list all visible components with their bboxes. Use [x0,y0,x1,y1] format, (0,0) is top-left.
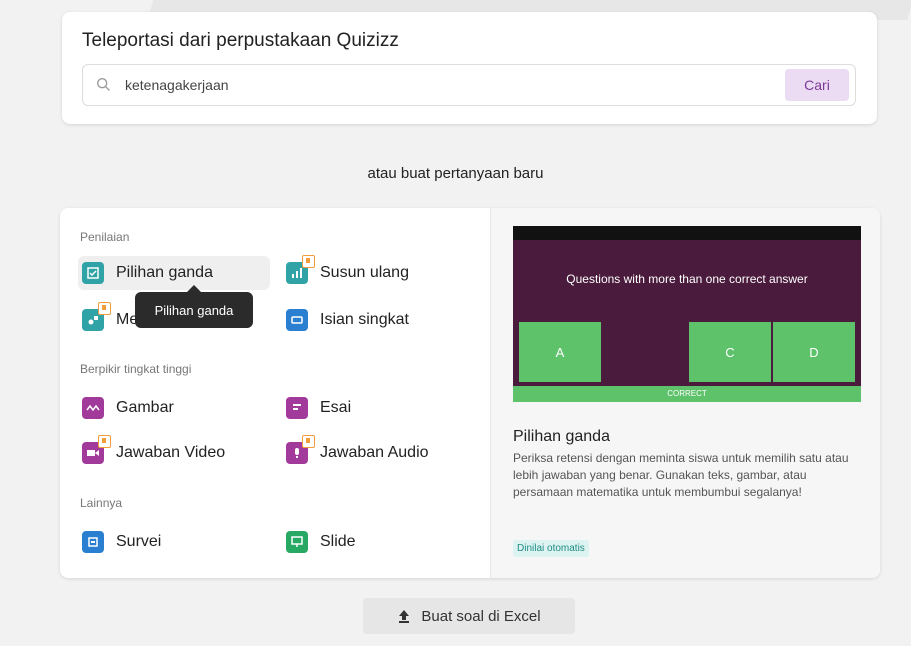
text-lines-icon [286,397,308,419]
preview-panel: Questions with more than one correct ans… [490,208,880,578]
preview-description: Periksa retensi dengan meminta siswa unt… [513,451,849,499]
search-box: Cari [82,64,856,106]
library-search-card: Teleportasi dari perpustakaan Quizizz Ca… [62,12,877,124]
qtype-label: Slide [320,533,356,550]
qtype-label: Jawaban Video [116,444,226,461]
search-icon [97,78,110,91]
preview-answer-a: A [519,322,601,382]
excel-button-label: Buat soal di Excel [421,607,541,625]
bar-chart-icon [286,255,315,284]
slide-icon [286,531,308,553]
preview-title: Pilihan ganda [513,428,610,445]
library-title: Teleportasi dari perpustakaan Quizizz [82,30,399,51]
preview-topbar [513,226,861,240]
text-field-icon [286,309,308,331]
draw-icon [82,397,104,419]
section-label-higher-order: Berpikir tingkat tinggi [80,362,192,376]
search-input[interactable] [123,73,767,97]
preview-question: Questions with more than one correct ans… [566,272,808,286]
preview-answer-d: D [773,322,855,382]
checkbox-icon [82,262,104,284]
qtype-draw[interactable]: Gambar [78,391,174,425]
qtype-essay[interactable]: Esai [282,391,351,425]
qtype-label: Esai [320,399,352,416]
qtype-label: Isian singkat [320,311,409,328]
qtype-poll[interactable]: Survei [78,525,161,559]
auto-graded-badge: Dinilai otomatis [513,540,589,557]
search-button[interactable]: Cari [785,69,849,101]
qtype-short-answer[interactable]: Isian singkat [282,303,409,337]
upload-icon [399,610,410,623]
preview-correct-bar: CORRECT [513,386,861,402]
qtype-label: Pilihan ganda [116,264,213,281]
section-label-others: Lainnya [80,496,123,510]
preview-answer-c: C [689,322,771,382]
qtype-label: Susun ulang [320,264,409,281]
match-icon [82,302,111,331]
question-type-card: Penilaian Pilihan ganda Susun ulang Menc… [60,208,880,578]
qtype-label: Gambar [116,399,174,416]
section-label-assessment: Penilaian [80,230,130,244]
or-create-new-label: atau buat pertanyaan baru [367,165,544,182]
premium-badge-icon [98,302,111,315]
premium-badge-icon [98,435,111,448]
preview-image: Questions with more than one correct ans… [513,226,861,402]
qtype-label: Survei [116,533,162,550]
qtype-multiple-choice[interactable]: Pilihan ganda [78,256,270,290]
premium-badge-icon [302,255,315,268]
tooltip: Pilihan ganda [135,285,253,328]
video-camera-icon [82,435,111,464]
excel-import-button[interactable]: Buat soal di Excel [363,598,575,634]
qtype-label: Jawaban Audio [320,444,429,461]
qtype-video-response[interactable]: Jawaban Video [78,435,226,470]
qtype-reorder[interactable]: Susun ulang [282,255,409,290]
premium-badge-icon [302,435,315,448]
qtype-audio-response[interactable]: Jawaban Audio [282,435,429,470]
poll-icon [82,531,104,553]
qtype-slide[interactable]: Slide [282,525,356,559]
microphone-icon [286,435,315,464]
